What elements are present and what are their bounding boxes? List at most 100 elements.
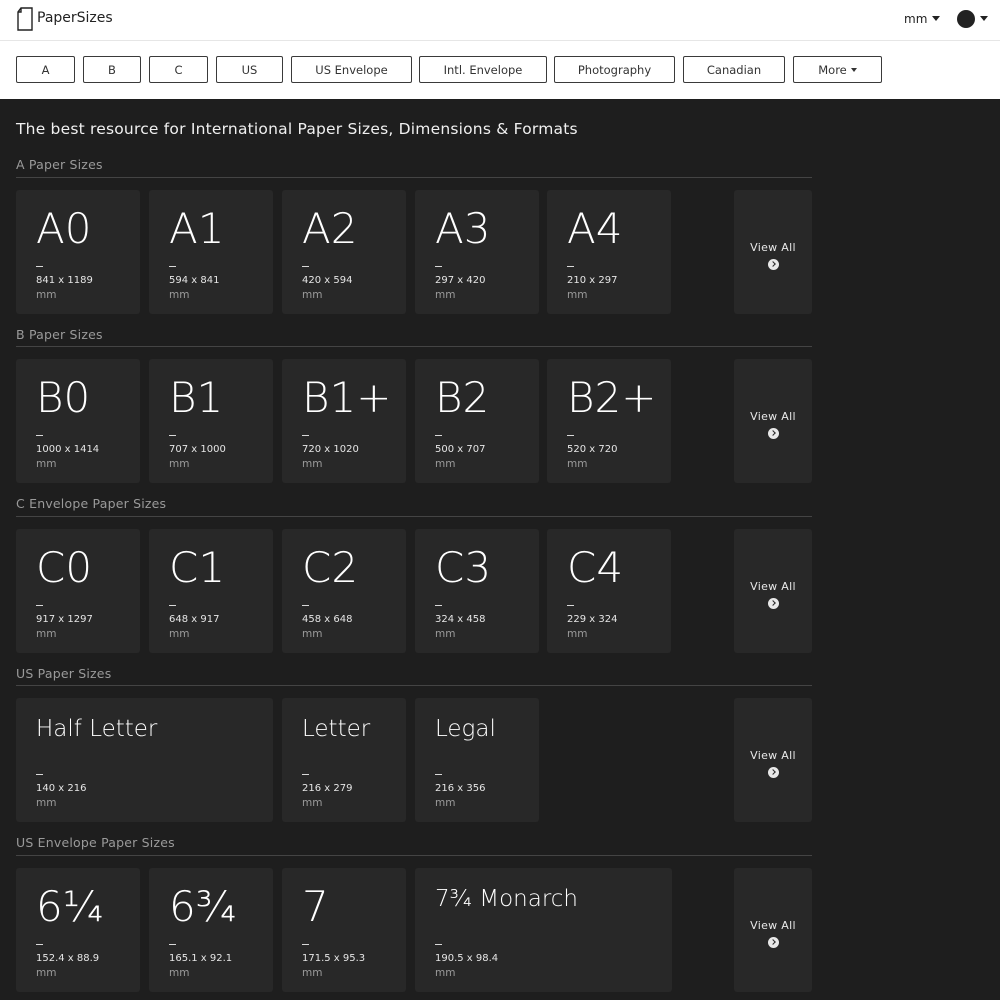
size-card-b1[interactable]: B1 707 x 1000 mm xyxy=(149,359,273,483)
size-card-b1-plus[interactable]: B1+ 720 x 1020 mm xyxy=(282,359,406,483)
size-dimensions: 165.1 x 92.1 xyxy=(169,953,233,964)
view-all-us-envelope-button[interactable]: View All xyxy=(734,868,812,992)
nav-label: C xyxy=(174,62,183,77)
view-all-c-button[interactable]: View All xyxy=(734,529,812,653)
size-name: Half Letter xyxy=(36,716,158,742)
size-card-b2-plus[interactable]: B2+ 520 x 720 mm xyxy=(547,359,671,483)
size-card-c3[interactable]: C3 324 x 458 mm xyxy=(415,529,539,653)
size-card-half-letter[interactable]: Half Letter 140 x 216 mm xyxy=(16,698,273,822)
size-unit: mm xyxy=(435,628,456,640)
size-card-a2[interactable]: A2 420 x 594 mm xyxy=(282,190,406,314)
theme-toggle-icon[interactable] xyxy=(957,10,975,28)
size-dimensions: 140 x 216 xyxy=(36,783,87,794)
card-dash xyxy=(169,605,176,606)
size-card-7[interactable]: 7 171.5 x 95.3 mm xyxy=(282,868,406,992)
arrow-right-circle-icon xyxy=(768,259,779,270)
size-card-c2[interactable]: C2 458 x 648 mm xyxy=(282,529,406,653)
arrow-right-circle-icon xyxy=(768,767,779,778)
size-dimensions: 500 x 707 xyxy=(435,444,486,455)
size-dimensions: 841 x 1189 xyxy=(36,275,93,286)
size-name: B0 xyxy=(36,373,91,422)
theme-caret-icon[interactable] xyxy=(980,16,988,21)
size-name: 7 xyxy=(302,882,329,931)
size-name: B1 xyxy=(169,373,224,422)
size-name: C0 xyxy=(36,543,93,592)
size-name: B2 xyxy=(435,373,490,422)
view-all-label: View All xyxy=(750,749,796,762)
size-card-7-3-4-monarch[interactable]: 7¾ Monarch 190.5 x 98.4 mm xyxy=(415,868,672,992)
card-dash xyxy=(302,266,309,267)
section-divider xyxy=(16,516,812,517)
nav-button-intl-envelope[interactable]: Intl. Envelope xyxy=(419,56,547,83)
nav-button-photography[interactable]: Photography xyxy=(554,56,675,83)
size-unit: mm xyxy=(36,967,57,979)
card-dash xyxy=(169,266,176,267)
view-all-label: View All xyxy=(750,580,796,593)
view-all-us-button[interactable]: View All xyxy=(734,698,812,822)
size-unit: mm xyxy=(169,458,190,470)
size-name: 6¾ xyxy=(169,882,237,931)
card-dash xyxy=(36,435,43,436)
section-title-b: B Paper Sizes xyxy=(16,327,103,342)
card-dash xyxy=(36,944,43,945)
hero-heading: The best resource for International Pape… xyxy=(16,120,578,138)
nav-button-us[interactable]: US xyxy=(216,56,283,83)
size-dimensions: 210 x 297 xyxy=(567,275,618,286)
nav-button-us-envelope[interactable]: US Envelope xyxy=(291,56,412,83)
size-dimensions: 171.5 x 95.3 xyxy=(302,953,366,964)
size-name: A2 xyxy=(302,204,358,253)
arrow-right-circle-icon xyxy=(768,937,779,948)
nav-button-more[interactable]: More xyxy=(793,56,882,83)
size-card-legal[interactable]: Legal 216 x 356 mm xyxy=(415,698,539,822)
size-unit: mm xyxy=(36,458,57,470)
size-dimensions: 324 x 458 xyxy=(435,614,486,625)
arrow-right-circle-icon xyxy=(768,428,779,439)
section-title-us-envelope: US Envelope Paper Sizes xyxy=(16,835,175,850)
size-name: A0 xyxy=(36,204,92,253)
card-dash xyxy=(36,266,43,267)
section-divider xyxy=(16,855,812,856)
size-card-a0[interactable]: A0 841 x 1189 mm xyxy=(16,190,140,314)
nav-button-c[interactable]: C xyxy=(149,56,208,83)
nav-button-a[interactable]: A xyxy=(16,56,75,83)
size-unit: mm xyxy=(302,967,323,979)
section-divider xyxy=(16,685,812,686)
size-dimensions: 1000 x 1414 xyxy=(36,444,100,455)
nav-label: US Envelope xyxy=(315,62,388,77)
size-card-c1[interactable]: C1 648 x 917 mm xyxy=(149,529,273,653)
nav-label: More xyxy=(818,62,847,77)
paper-logo-icon[interactable] xyxy=(16,7,34,31)
size-dimensions: 594 x 841 xyxy=(169,275,220,286)
size-card-6-1-4[interactable]: 6¼ 152.4 x 88.9 mm xyxy=(16,868,140,992)
size-card-c4[interactable]: C4 229 x 324 mm xyxy=(547,529,671,653)
size-card-b2[interactable]: B2 500 x 707 mm xyxy=(415,359,539,483)
size-dimensions: 520 x 720 xyxy=(567,444,618,455)
card-dash xyxy=(567,605,574,606)
size-card-c0[interactable]: C0 917 x 1297 mm xyxy=(16,529,140,653)
more-caret-icon xyxy=(850,67,857,72)
nav-label: US xyxy=(241,62,258,77)
size-card-a3[interactable]: A3 297 x 420 mm xyxy=(415,190,539,314)
nav-button-b[interactable]: B xyxy=(83,56,141,83)
size-unit: mm xyxy=(302,458,323,470)
size-card-a4[interactable]: A4 210 x 297 mm xyxy=(547,190,671,314)
unit-caret-icon[interactable] xyxy=(932,16,940,21)
view-all-b-button[interactable]: View All xyxy=(734,359,812,483)
size-unit: mm xyxy=(302,289,323,301)
card-dash xyxy=(302,944,309,945)
card-dash xyxy=(302,435,309,436)
size-unit: mm xyxy=(36,797,57,809)
section-title-a: A Paper Sizes xyxy=(16,157,103,172)
size-name: Legal xyxy=(435,716,496,742)
size-card-6-3-4[interactable]: 6¾ 165.1 x 92.1 mm xyxy=(149,868,273,992)
size-card-a1[interactable]: A1 594 x 841 mm xyxy=(149,190,273,314)
size-dimensions: 917 x 1297 xyxy=(36,614,93,625)
size-card-letter[interactable]: Letter 216 x 279 mm xyxy=(282,698,406,822)
unit-selector[interactable]: mm xyxy=(904,12,927,26)
size-card-b0[interactable]: B0 1000 x 1414 mm xyxy=(16,359,140,483)
size-unit: mm xyxy=(169,628,190,640)
brand-name[interactable]: PaperSizes xyxy=(37,10,113,26)
nav-button-canadian[interactable]: Canadian xyxy=(683,56,785,83)
view-all-a-button[interactable]: View All xyxy=(734,190,812,314)
card-dash xyxy=(435,266,442,267)
